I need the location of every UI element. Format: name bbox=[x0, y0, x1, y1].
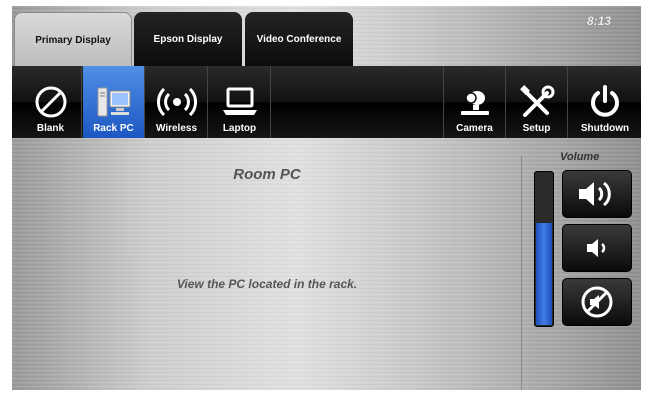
clock: 8:13 bbox=[586, 14, 611, 28]
volume-label: Volume bbox=[560, 151, 600, 163]
source-rack-pc-button[interactable]: Rack PC bbox=[83, 66, 145, 138]
laptop-icon bbox=[222, 87, 257, 115]
control-panel: Primary Display Epson Display Video Conf… bbox=[12, 6, 641, 390]
blank-icon bbox=[35, 86, 66, 118]
tab-primary-display[interactable]: Primary Display bbox=[14, 12, 132, 67]
source-label: Wireless bbox=[155, 123, 198, 134]
source-blank-button[interactable]: Blank bbox=[20, 66, 82, 138]
power-icon bbox=[591, 85, 619, 117]
volume-down-button[interactable] bbox=[562, 224, 632, 272]
tab-label: Video Conference bbox=[256, 33, 342, 45]
volume-down-icon bbox=[587, 239, 606, 257]
mute-button[interactable] bbox=[562, 278, 632, 326]
tab-label: Epson Display bbox=[153, 33, 223, 45]
source-wireless-button[interactable]: Wireless bbox=[146, 66, 208, 138]
source-label: Blank bbox=[36, 123, 65, 134]
tab-label: Primary Display bbox=[35, 34, 111, 46]
volume-up-button[interactable] bbox=[562, 170, 632, 218]
volume-meter bbox=[534, 171, 554, 327]
camera-icon bbox=[460, 91, 489, 115]
volume-up-icon bbox=[579, 181, 611, 207]
action-label: Camera bbox=[456, 123, 493, 134]
tab-video-conference[interactable]: Video Conference bbox=[245, 12, 353, 66]
mute-icon bbox=[581, 286, 613, 318]
source-label: Laptop bbox=[222, 123, 257, 134]
source-bar: Blank Rack PC Wireless Laptop Camera Set… bbox=[12, 66, 641, 138]
setup-button[interactable]: Setup bbox=[506, 66, 568, 138]
camera-button[interactable]: Camera bbox=[444, 66, 506, 138]
action-label: Shutdown bbox=[580, 123, 630, 134]
divider bbox=[521, 156, 522, 390]
action-label: Setup bbox=[522, 123, 551, 134]
volume-meter-fill bbox=[536, 223, 552, 325]
shutdown-button[interactable]: Shutdown bbox=[569, 66, 641, 138]
source-laptop-button[interactable]: Laptop bbox=[209, 66, 271, 138]
source-bar-spacer bbox=[272, 66, 444, 138]
source-label: Rack PC bbox=[93, 123, 134, 134]
pc-icon bbox=[97, 87, 130, 117]
wireless-icon bbox=[156, 87, 197, 117]
tools-icon bbox=[519, 85, 554, 117]
info-message: View the PC located in the rack. bbox=[176, 277, 358, 291]
page-title: Room PC bbox=[233, 166, 301, 183]
tab-epson-display[interactable]: Epson Display bbox=[134, 12, 242, 66]
